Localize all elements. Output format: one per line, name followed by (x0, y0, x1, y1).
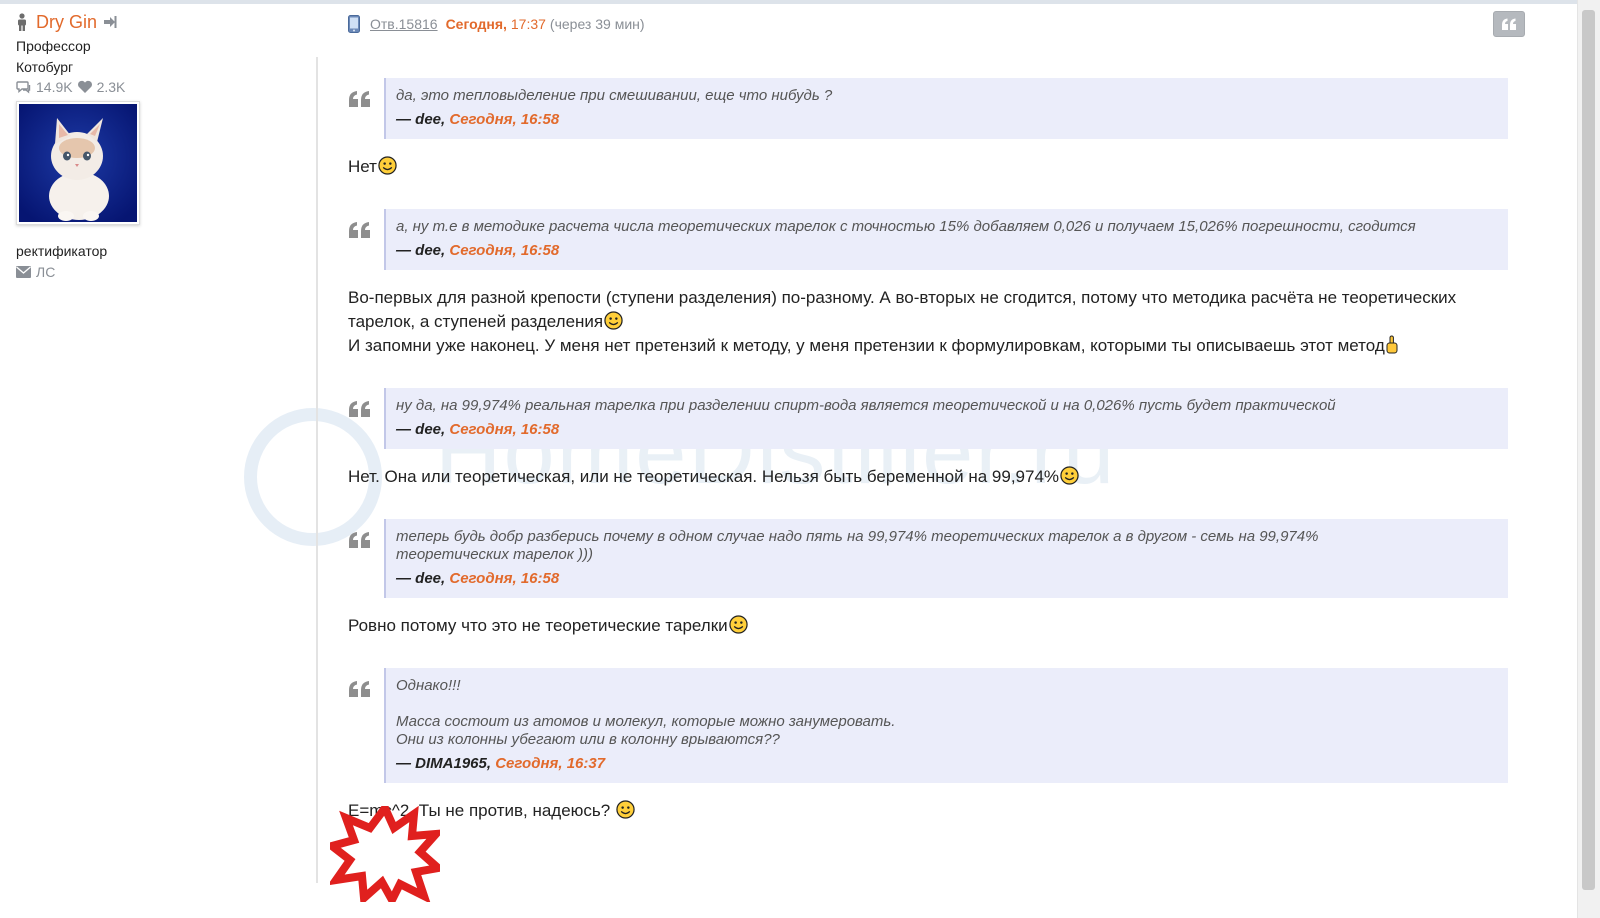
quote-block: да, это тепловыделение при смешивании, е… (348, 78, 1508, 139)
answer-text: Ровно потому что это не теоретические та… (348, 614, 1508, 638)
pointing-hand-icon (1386, 335, 1398, 354)
quote-mark-icon (349, 401, 370, 417)
user-sidebar: Dry Gin Профессор Котобург 14.9K 2.3K ре… (16, 10, 276, 280)
quote-mark-icon (349, 91, 370, 107)
quote-box: Однако!!! Масса состоит из атомов и моле… (384, 668, 1508, 783)
quote-author: — dee, Сегодня, 16:58 (396, 570, 1496, 588)
vertical-scrollbar[interactable] (1577, 0, 1600, 918)
quote-box: а, ну т.е в методике расчета числа теоре… (384, 209, 1508, 270)
scrollbar-thumb[interactable] (1582, 10, 1595, 890)
comments-icon (16, 81, 31, 94)
answer-line: Во-первых для разной крепости (ступени р… (348, 288, 1457, 307)
quote-block: теперь будь добр разберись почему в одно… (348, 519, 1508, 598)
quote-author-name: — dee, (396, 242, 446, 259)
avatar[interactable] (16, 101, 140, 225)
quote-author-name: — dee, (396, 111, 446, 128)
quote-text: Однако!!! (396, 677, 461, 694)
quote-author: — dee, Сегодня, 16:58 (396, 111, 1496, 129)
quote-text: Они из колонны убегают или в колонну вры… (396, 731, 780, 748)
smiley-icon (616, 800, 635, 819)
user-city: Котобург (16, 59, 74, 75)
quote-text: да, это тепловыделение при смешивании, е… (396, 87, 833, 104)
quote-time-link[interactable]: Сегодня, 16:58 (449, 570, 559, 587)
quote-box: теперь будь добр разберись почему в одно… (384, 519, 1508, 598)
likes-count: 2.3K (96, 79, 126, 95)
envelope-icon (16, 266, 31, 278)
quote-block: ну да, на 99,974% реальная тарелка при р… (348, 388, 1508, 449)
answer-line: Ровно потому что это не теоретические та… (348, 616, 728, 635)
user-line: Dry Gin (16, 10, 276, 34)
quote-time-link[interactable]: Сегодня, 16:58 (449, 421, 559, 438)
quote-author-name: — DIMA1965, (396, 755, 492, 772)
quote-mark-icon (349, 532, 370, 548)
heart-icon (77, 80, 92, 93)
quote-author: — dee, Сегодня, 16:58 (396, 242, 1496, 260)
quote-author: — dee, Сегодня, 16:58 (396, 421, 1496, 439)
answer-text: Нет (348, 155, 1508, 179)
quote-block: а, ну т.е в методике расчета числа теоре… (348, 209, 1508, 270)
posts-count: 14.9K (36, 79, 73, 95)
quote-text: ну да, на 99,974% реальная тарелка при р… (396, 397, 1336, 414)
post-time: 17:37 (510, 16, 546, 32)
quote-mark-icon (349, 222, 370, 238)
quote-text: а, ну т.е в методике расчета числа теоре… (396, 218, 1416, 235)
quote-box: ну да, на 99,974% реальная тарелка при р… (384, 388, 1508, 449)
sign-in-icon (104, 16, 117, 28)
answer-line: Нет (348, 157, 377, 176)
quote-time-link[interactable]: Сегодня, 16:58 (449, 242, 559, 259)
answer-text: Во-первых для разной крепости (ступени р… (348, 286, 1508, 358)
quote-reply-button[interactable] (1493, 11, 1525, 37)
quote-time-link[interactable]: Сегодня, 16:37 (495, 755, 605, 772)
answer-line: И запомни уже наконец. У меня нет претен… (348, 336, 1385, 355)
column-divider (316, 57, 318, 883)
quote-time-link[interactable]: Сегодня, 16:58 (449, 111, 559, 128)
quote-text: теоретических тарелок ))) (396, 546, 593, 563)
quote-author-name: — dee, (396, 570, 446, 587)
quote-mark-icon (349, 681, 370, 697)
answer-line: Нет. Она или теоретическая, или не теоре… (348, 467, 1060, 486)
answer-text: E=mc^2. Ты не против, надеюсь? (348, 799, 1508, 823)
post-header: Отв.15816 Сегодня, 17:37 (через 39 мин) (348, 14, 645, 34)
answer-line: тарелок, а ступеней разделения (348, 312, 604, 331)
quote-author-name: — dee, (396, 421, 446, 438)
person-icon (18, 13, 26, 31)
quote-text: Масса состоит из атомов и молекул, котор… (396, 713, 896, 730)
quote-block: Однако!!! Масса состоит из атомов и моле… (348, 668, 1508, 783)
mobile-icon (348, 15, 360, 33)
smiley-icon (604, 311, 623, 330)
quote-text: теперь будь добр разберись почему в одно… (396, 528, 1319, 545)
burst-star-icon (330, 806, 440, 902)
user-rank: Профессор (16, 38, 91, 54)
avatar-kitten-image (19, 104, 137, 222)
top-border (0, 0, 1600, 4)
post-content: да, это тепловыделение при смешивании, е… (348, 60, 1508, 823)
post-date: Сегодня, (445, 16, 507, 32)
answer-text: Нет. Она или теоретическая, или не теоре… (348, 465, 1508, 489)
pm-label: ЛС (36, 264, 56, 280)
private-message-link[interactable]: ЛС (16, 264, 276, 280)
username-link[interactable]: Dry Gin (36, 12, 97, 33)
smiley-icon (1060, 466, 1079, 485)
quote-author: — DIMA1965, Сегодня, 16:37 (396, 755, 1496, 773)
quote-icon (1502, 18, 1516, 30)
quote-box: да, это тепловыделение при смешивании, е… (384, 78, 1508, 139)
smiley-icon (378, 156, 397, 175)
user-role: ректификатор (16, 243, 108, 259)
post-delay: (через 39 мин) (549, 16, 645, 32)
post-number-link[interactable]: Отв.15816 (370, 16, 438, 32)
user-stats: 14.9K 2.3K (16, 79, 276, 95)
smiley-icon (728, 615, 748, 634)
